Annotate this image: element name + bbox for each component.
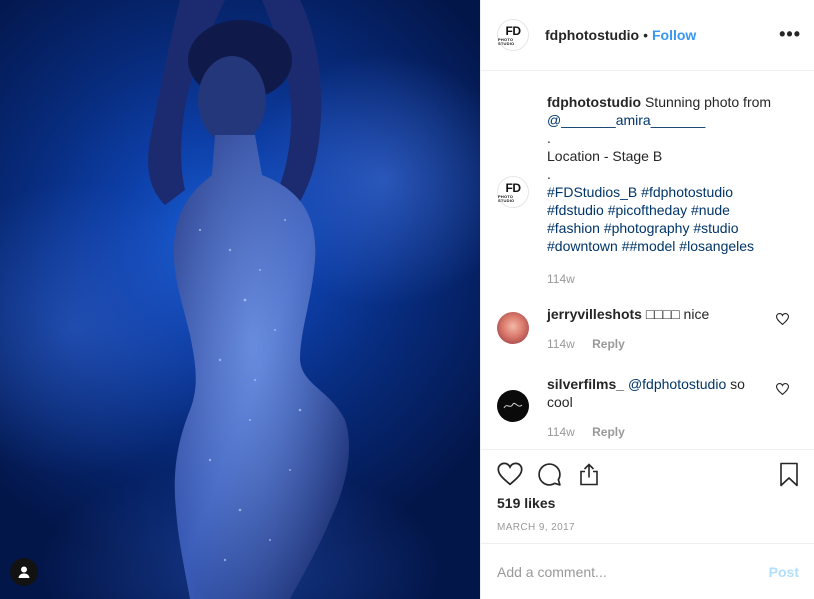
comment-username[interactable]: jerryvilleshots bbox=[547, 306, 642, 322]
avatar[interactable]: FD PHOTO STUDIO bbox=[497, 19, 529, 51]
comments-list[interactable]: FD PHOTO STUDIO fdphotostudio Stunning p… bbox=[481, 71, 814, 449]
bookmark-icon[interactable] bbox=[779, 462, 799, 487]
avatar-logo-text: FD bbox=[505, 23, 522, 38]
post-comment-button[interactable]: Post bbox=[769, 564, 799, 580]
post-header: FD PHOTO STUDIO fdphotostudio • Follow •… bbox=[481, 0, 814, 71]
comment-meta: 114w Reply bbox=[547, 337, 625, 351]
comment-timestamp[interactable]: 114w bbox=[547, 425, 575, 439]
reply-button[interactable]: Reply bbox=[592, 425, 625, 439]
caption-dot-1: . bbox=[547, 130, 551, 146]
caption-mention[interactable]: @_______amira_______ bbox=[547, 111, 799, 129]
comment-bubble-icon[interactable] bbox=[537, 462, 562, 487]
post-caption: fdphotostudio Stunning photo from @_____… bbox=[547, 93, 799, 255]
caption-hashtags-2[interactable]: #fdstudio #picoftheday #nude bbox=[547, 201, 799, 219]
post-side-panel: FD PHOTO STUDIO fdphotostudio • Follow •… bbox=[480, 0, 814, 599]
follow-button[interactable]: Follow bbox=[652, 27, 696, 43]
post-photo[interactable] bbox=[0, 0, 480, 599]
heart-icon[interactable] bbox=[776, 313, 789, 325]
instagram-post: FD PHOTO STUDIO fdphotostudio • Follow •… bbox=[0, 0, 814, 599]
caption-hashtags-3[interactable]: #fashion #photography #studio bbox=[547, 219, 799, 237]
caption-username[interactable]: fdphotostudio bbox=[547, 94, 641, 110]
caption-dot-2: . bbox=[547, 166, 551, 182]
caption-hashtags-1[interactable]: #FDStudios_B #fdphotostudio bbox=[547, 183, 799, 201]
comment-avatar[interactable] bbox=[497, 312, 529, 344]
comment-body: silverfilms_ @fdphotostudio so cool bbox=[547, 375, 767, 411]
share-icon[interactable] bbox=[577, 462, 601, 487]
reply-button[interactable]: Reply bbox=[592, 337, 625, 351]
comment-body: jerryvilleshots □□□□ nice bbox=[547, 305, 767, 323]
comment-text: □□□□ nice bbox=[645, 306, 710, 322]
post-actions: 519 likes MARCH 9, 2017 bbox=[481, 449, 814, 543]
post-date[interactable]: MARCH 9, 2017 bbox=[497, 522, 575, 533]
comment-avatar[interactable] bbox=[497, 390, 529, 422]
silverfilms-logo-icon bbox=[503, 402, 523, 409]
caption-avatar[interactable]: FD PHOTO STUDIO bbox=[497, 176, 529, 208]
caption-text: Stunning photo from bbox=[644, 94, 772, 110]
header-separator: • bbox=[643, 27, 648, 43]
comment-username[interactable]: silverfilms_ bbox=[547, 376, 624, 392]
caption-location: Location - Stage B bbox=[547, 148, 663, 164]
comment-meta: 114w Reply bbox=[547, 425, 625, 439]
avatar-logo-subtext: PHOTO STUDIO bbox=[498, 36, 515, 46]
more-options-icon[interactable]: ••• bbox=[779, 24, 801, 45]
likes-count[interactable]: 519 likes bbox=[497, 495, 555, 511]
like-heart-icon[interactable] bbox=[497, 462, 523, 486]
user-tag-icon[interactable] bbox=[10, 558, 38, 586]
comment-input[interactable]: Add a comment... bbox=[497, 564, 769, 580]
comment-timestamp[interactable]: 114w bbox=[547, 337, 575, 351]
caption-hashtags-4[interactable]: #downtown ##model #losangeles bbox=[547, 237, 799, 255]
comment-mention[interactable]: @fdphotostudio bbox=[628, 376, 726, 392]
model-figure bbox=[148, 0, 350, 599]
caption-timestamp[interactable]: 114w bbox=[547, 272, 575, 286]
heart-icon[interactable] bbox=[776, 383, 789, 395]
caption-avatar-logo-subtext: PHOTO STUDIO bbox=[498, 193, 515, 203]
add-comment-bar: Add a comment... Post bbox=[481, 543, 814, 599]
header-username[interactable]: fdphotostudio bbox=[545, 27, 639, 43]
caption-avatar-logo-text: FD bbox=[505, 180, 522, 195]
